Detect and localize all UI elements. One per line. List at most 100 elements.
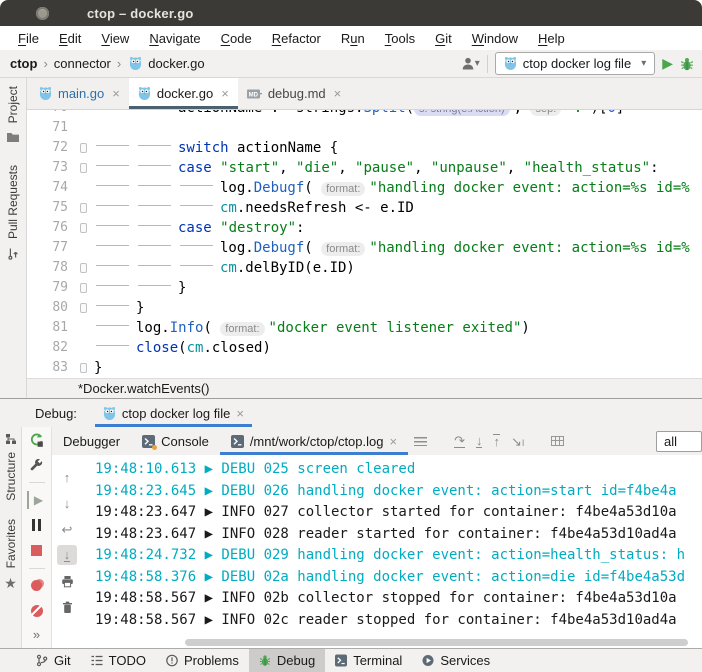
rerun-button[interactable] xyxy=(27,431,47,449)
print-icon[interactable] xyxy=(57,571,77,591)
pause-button[interactable] xyxy=(27,516,47,534)
close-icon[interactable]: × xyxy=(221,86,229,101)
line-number[interactable]: 82 xyxy=(27,338,77,358)
log-line[interactable]: 19:48:23.645 ▶ DEBU 026 handling docker … xyxy=(95,481,702,503)
clear-all-icon[interactable] xyxy=(57,597,77,617)
debug-button[interactable] xyxy=(680,57,694,71)
scroll-to-end-icon[interactable]: ↓ xyxy=(57,545,77,565)
view-breakpoints-button[interactable] xyxy=(27,577,47,595)
editor-tab-main.go[interactable]: main.go× xyxy=(30,78,129,109)
resume-button[interactable]: ▶ xyxy=(27,491,47,509)
fold-marker-icon[interactable] xyxy=(80,203,87,213)
mute-breakpoints-button[interactable] xyxy=(27,602,47,620)
restore-layout-icon[interactable] xyxy=(551,436,564,446)
menu-window[interactable]: Window xyxy=(462,29,528,48)
debug-tab-console[interactable]: Console xyxy=(131,427,220,455)
code-editor[interactable]: 70actionName := strings.Split(s: string(… xyxy=(27,110,702,378)
menu-refactor[interactable]: Refactor xyxy=(262,29,331,48)
breadcrumb-file[interactable]: docker.go xyxy=(148,56,204,71)
statusbar-item-services[interactable]: Services xyxy=(412,649,500,672)
run-button[interactable]: ▶ xyxy=(662,55,673,72)
soft-wrap-icon[interactable]: ↩ xyxy=(57,519,77,539)
line-number[interactable]: 83 xyxy=(27,358,77,378)
settings-wrench-icon[interactable] xyxy=(27,456,47,474)
fold-marker-icon[interactable] xyxy=(80,363,87,373)
down-to-end-icon[interactable]: ↓ xyxy=(476,434,483,448)
fold-marker-icon[interactable] xyxy=(80,143,87,153)
close-icon[interactable]: × xyxy=(334,86,342,101)
down-stack-icon[interactable]: ↓ xyxy=(57,493,77,513)
log-line[interactable]: 19:48:23.647 ▶ INFO 027 collector starte… xyxy=(95,502,702,524)
up-stack-icon[interactable]: ↑ xyxy=(57,467,77,487)
line-number[interactable]: 73 xyxy=(27,158,77,178)
statusbar-item-debug[interactable]: Debug xyxy=(249,649,325,672)
editor-tab-debug.md[interactable]: MDdebug.md× xyxy=(238,78,350,109)
menu-navigate[interactable]: Navigate xyxy=(139,29,210,48)
log-level-filter-select[interactable]: all xyxy=(656,431,702,452)
run-configuration-select[interactable]: ctop docker log file ▾ xyxy=(495,52,655,75)
stop-button[interactable] xyxy=(27,542,47,560)
code-line: 77log.Debugf( format:"handling docker ev… xyxy=(27,238,702,258)
log-line[interactable]: 19:48:58.567 ▶ INFO 02c reader stopped f… xyxy=(95,610,702,632)
debug-left-stripe: Structure Favorites ★ xyxy=(0,427,22,648)
log-line[interactable]: 19:48:58.567 ▶ INFO 02b collector stoppe… xyxy=(95,588,702,610)
user-profile-button[interactable]: ▾ xyxy=(462,57,480,70)
left-tool-window-bar: Project Pull Requests xyxy=(0,78,27,398)
menu-git[interactable]: Git xyxy=(425,29,462,48)
line-number[interactable]: 78 xyxy=(27,258,77,278)
jump-over-icon[interactable]: ↷ xyxy=(454,434,465,448)
breadcrumb-package[interactable]: connector xyxy=(54,56,111,71)
debug-tab--mnt-work-ctop-ctop-log[interactable]: /mnt/work/ctop/ctop.log× xyxy=(220,427,408,455)
log-line[interactable]: 19:48:10.613 ▶ DEBU 025 screen cleared xyxy=(95,459,702,481)
fold-marker-icon[interactable] xyxy=(80,283,87,293)
log-line[interactable]: 19:48:58.376 ▶ DEBU 02a handling docker … xyxy=(95,567,702,589)
menu-tools[interactable]: Tools xyxy=(375,29,425,48)
line-number[interactable]: 76 xyxy=(27,218,77,238)
navigate-to-cursor-icon[interactable]: ↘I xyxy=(511,435,524,448)
breadcrumb-project[interactable]: ctop xyxy=(10,56,37,71)
debug-session-tab[interactable]: ctop docker log file × xyxy=(95,399,252,427)
window-control-button[interactable] xyxy=(36,7,49,20)
line-number[interactable]: 71 xyxy=(27,118,77,138)
options-menu-icon[interactable] xyxy=(414,437,427,446)
close-icon[interactable]: × xyxy=(112,86,120,101)
horizontal-scrollbar[interactable] xyxy=(185,639,688,646)
log-console-output[interactable]: 19:48:10.613 ▶ DEBU 025 screen cleared19… xyxy=(82,455,702,648)
log-line[interactable]: 19:48:24.732 ▶ DEBU 029 handling docker … xyxy=(95,545,702,567)
fold-marker-icon[interactable] xyxy=(80,163,87,173)
log-line[interactable]: 19:48:23.647 ▶ INFO 028 reader started f… xyxy=(95,524,702,546)
menu-edit[interactable]: Edit xyxy=(49,29,91,48)
statusbar-item-git[interactable]: Git xyxy=(26,649,81,672)
close-icon[interactable]: × xyxy=(389,434,397,449)
statusbar-item-todo[interactable]: TODO xyxy=(81,649,156,672)
line-number[interactable]: 77 xyxy=(27,238,77,258)
line-number[interactable]: 74 xyxy=(27,178,77,198)
close-icon[interactable]: × xyxy=(236,406,244,421)
line-number[interactable]: 79 xyxy=(27,278,77,298)
line-number[interactable]: 80 xyxy=(27,298,77,318)
statusbar-item-problems[interactable]: Problems xyxy=(156,649,249,672)
menu-code[interactable]: Code xyxy=(211,29,262,48)
more-actions-button[interactable]: » xyxy=(33,627,40,642)
sidebar-item-structure[interactable]: Structure xyxy=(4,452,18,501)
menu-view[interactable]: View xyxy=(91,29,139,48)
up-to-start-icon[interactable]: ↑ xyxy=(493,434,500,448)
line-number[interactable]: 70 xyxy=(27,110,77,118)
menu-file[interactable]: File xyxy=(8,29,49,48)
menu-help[interactable]: Help xyxy=(528,29,575,48)
debug-tab-debugger[interactable]: Debugger xyxy=(52,427,131,455)
editor-tab-docker.go[interactable]: docker.go× xyxy=(129,78,238,109)
sidebar-item-pull-requests[interactable]: Pull Requests xyxy=(6,165,20,239)
fold-marker-icon[interactable] xyxy=(80,303,87,313)
line-number[interactable]: 81 xyxy=(27,318,77,338)
fold-marker-icon[interactable] xyxy=(80,223,87,233)
sidebar-item-favorites[interactable]: Favorites xyxy=(4,519,18,568)
folder-icon xyxy=(6,131,20,143)
statusbar-item-terminal[interactable]: Terminal xyxy=(325,649,412,672)
line-number[interactable]: 75 xyxy=(27,198,77,218)
line-number[interactable]: 72 xyxy=(27,138,77,158)
sidebar-item-project[interactable]: Project xyxy=(6,86,20,123)
menu-run[interactable]: Run xyxy=(331,29,375,48)
fold-marker-icon[interactable] xyxy=(80,263,87,273)
window-titlebar[interactable]: ctop – docker.go xyxy=(0,0,702,26)
